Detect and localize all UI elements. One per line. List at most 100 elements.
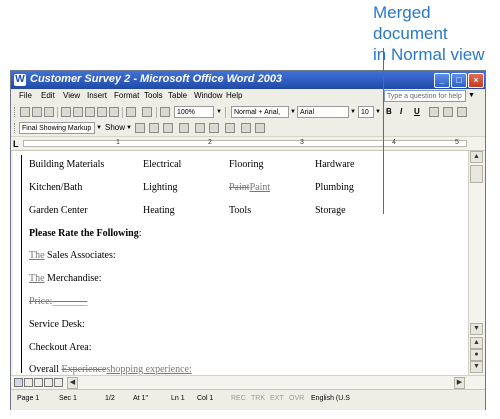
reviewing-pane-icon[interactable]	[241, 123, 251, 133]
grid-cell: Tools	[229, 205, 252, 216]
save-icon[interactable]	[44, 107, 54, 117]
status-ext[interactable]: EXT	[270, 395, 284, 402]
help-dropdown-icon[interactable]: ▼	[468, 92, 475, 99]
rate-heading-text: Please Rate the Following	[29, 228, 139, 239]
toolbar-grip-icon[interactable]	[14, 107, 17, 117]
zoom-dropdown-icon[interactable]: ▼	[216, 106, 222, 118]
standard-toolbar: 100% ▼ Normal + Arial, ▼ Arial ▼ 10 ▼ B …	[11, 104, 485, 121]
paste-icon[interactable]	[109, 107, 119, 117]
print-layout-view-icon[interactable]	[34, 378, 43, 387]
web-layout-view-icon[interactable]	[24, 378, 33, 387]
undo-icon[interactable]	[126, 107, 136, 117]
horizontal-scrollbar[interactable]: ◀ ▶	[11, 375, 485, 390]
toolbar-grip-icon[interactable]	[14, 123, 17, 133]
menu-view[interactable]: View	[63, 91, 80, 100]
copy-icon[interactable]	[97, 107, 107, 117]
bullets-icon[interactable]	[457, 107, 467, 117]
scroll-left-icon[interactable]: ◀	[67, 377, 78, 389]
print-icon[interactable]	[61, 107, 71, 117]
menu-insert[interactable]: Insert	[87, 91, 107, 100]
checkout-line: Checkout Area:	[29, 342, 92, 353]
line-spacing-icon[interactable]	[443, 107, 453, 117]
status-rec[interactable]: REC	[231, 395, 246, 402]
grid-cell: Lighting	[143, 182, 178, 193]
show-menu-button[interactable]: Show	[105, 123, 125, 132]
status-trk[interactable]: TRK	[251, 395, 265, 402]
document-area[interactable]: Building Materials Electrical Flooring H…	[13, 151, 468, 375]
zoom-select[interactable]: 100%	[174, 106, 214, 118]
overall-prefix: Overall	[29, 364, 62, 375]
change-bar	[21, 155, 22, 373]
inserted-text: The	[29, 250, 45, 261]
align-icon[interactable]	[429, 107, 439, 117]
redo-icon[interactable]	[142, 107, 152, 117]
toolbar-options-icon[interactable]	[255, 123, 265, 133]
show-dropdown-icon[interactable]: ▼	[126, 122, 132, 134]
menu-table[interactable]: Table	[168, 91, 187, 100]
font-size-dropdown-icon[interactable]: ▼	[375, 106, 381, 118]
deleted-text: Price:	[29, 296, 53, 307]
style-dropdown-icon[interactable]: ▼	[290, 106, 296, 118]
tab-selector-icon[interactable]: L	[13, 139, 19, 149]
display-dropdown-icon[interactable]: ▼	[96, 122, 102, 134]
font-dropdown-icon[interactable]: ▼	[350, 106, 356, 118]
reject-change-icon[interactable]	[179, 123, 189, 133]
previous-change-icon[interactable]	[135, 123, 145, 133]
display-for-review-select[interactable]: Final Showing Markup	[19, 122, 95, 134]
research-icon[interactable]	[160, 107, 170, 117]
word-app-icon[interactable]: W	[14, 74, 26, 86]
style-select[interactable]: Normal + Arial,	[231, 106, 289, 118]
reading-layout-view-icon[interactable]	[54, 378, 63, 387]
underline-button[interactable]: U	[414, 107, 420, 116]
horizontal-ruler[interactable]: L 1 2 3 4 5	[11, 137, 485, 151]
callout-pointer-line	[383, 48, 384, 214]
help-search-input[interactable]: Type a question for help	[384, 90, 466, 102]
highlight-icon[interactable]	[209, 123, 219, 133]
scroll-right-icon[interactable]: ▶	[454, 377, 465, 389]
menu-file[interactable]: File	[19, 91, 32, 100]
print-preview-icon[interactable]	[73, 107, 83, 117]
menu-format[interactable]: Format	[114, 91, 139, 100]
next-change-icon[interactable]	[149, 123, 159, 133]
close-button[interactable]: ×	[468, 73, 484, 88]
scroll-thumb[interactable]	[470, 165, 483, 183]
rate-heading-colon: :	[138, 228, 142, 239]
callout-line-2: in Normal view	[373, 45, 485, 64]
status-page-count: 1/2	[105, 395, 115, 402]
status-ovr[interactable]: OVR	[289, 395, 304, 402]
title-bar[interactable]: W Customer Survey 2 - Microsoft Office W…	[11, 71, 485, 89]
menu-window[interactable]: Window	[194, 91, 222, 100]
outline-view-icon[interactable]	[44, 378, 53, 387]
scroll-down-icon[interactable]: ▼	[470, 323, 483, 335]
insert-comment-icon[interactable]	[195, 123, 205, 133]
open-icon[interactable]	[32, 107, 42, 117]
vertical-scrollbar[interactable]: ▲ ▼ ▲ ● ▼	[468, 151, 485, 375]
minimize-button[interactable]: _	[434, 73, 450, 88]
menu-help[interactable]: Help	[226, 91, 242, 100]
font-size-select[interactable]: 10	[358, 106, 374, 118]
sales-associates-line: The Sales Associates:	[29, 250, 116, 261]
font-select[interactable]: Arial	[297, 106, 349, 118]
previous-page-icon[interactable]: ▲	[470, 337, 483, 349]
toolbar-divider	[156, 107, 157, 118]
new-document-icon[interactable]	[20, 107, 30, 117]
maximize-button[interactable]: □	[451, 73, 467, 88]
callout-line-1: Merged document	[373, 3, 448, 43]
select-browse-object-icon[interactable]: ●	[470, 349, 483, 361]
inserted-text: shopping experience	[106, 364, 189, 375]
next-page-icon[interactable]: ▼	[470, 361, 483, 373]
normal-view-icon[interactable]	[14, 378, 23, 387]
italic-button[interactable]: I	[400, 107, 402, 116]
scroll-up-icon[interactable]: ▲	[470, 151, 483, 163]
grid-cell: Plumbing	[315, 182, 354, 193]
grid-cell: Flooring	[229, 159, 264, 170]
cut-icon[interactable]	[85, 107, 95, 117]
inserted-text: Paint	[249, 182, 271, 193]
grid-cell: Storage	[315, 205, 346, 216]
bold-button[interactable]: B	[386, 107, 392, 116]
accept-change-icon[interactable]	[163, 123, 173, 133]
track-changes-icon[interactable]	[225, 123, 235, 133]
reviewing-toolbar: Final Showing Markup ▼ Show ▼	[11, 120, 485, 137]
menu-edit[interactable]: Edit	[41, 91, 55, 100]
menu-tools[interactable]: Tools	[144, 91, 163, 100]
